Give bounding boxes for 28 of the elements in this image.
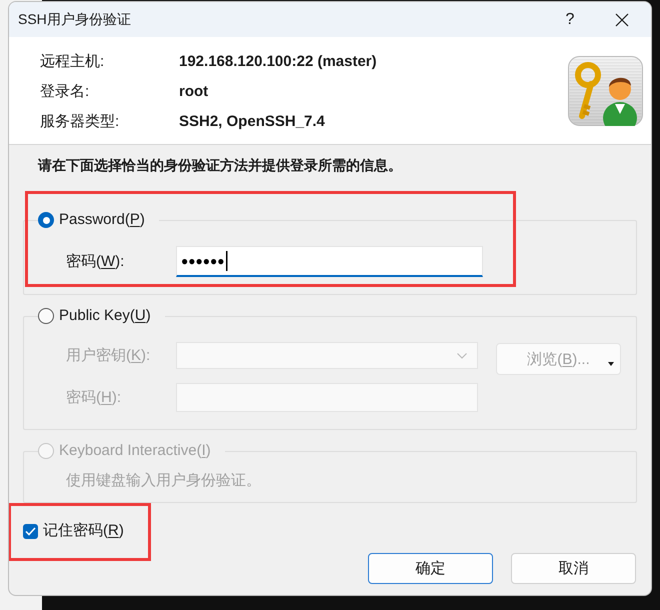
chevron-down-icon <box>457 352 467 358</box>
instruction-text: 请在下面选择恰当的身份验证方法并提供登录所需的信息。 <box>36 156 402 175</box>
radio-label[interactable]: Public Key(U) <box>59 305 151 327</box>
radio-button[interactable] <box>38 212 54 228</box>
info-label: 远程主机: <box>40 52 104 70</box>
info-label: 服务器类型: <box>40 112 120 130</box>
radio-label[interactable]: Password(P) <box>59 209 145 231</box>
info-value: SSH2, OpenSSH_7.4 <box>179 112 325 130</box>
password-field[interactable]: ●●●●●● <box>176 246 483 277</box>
dialog-button[interactable]: 确定 <box>368 553 493 584</box>
checkmark-icon <box>25 526 36 536</box>
radio-button[interactable] <box>38 308 54 324</box>
dialog-button[interactable]: 取消 <box>511 553 636 584</box>
field-label: 用户密钥(K): <box>66 346 152 366</box>
description-text: 使用键盘输入用户身份验证。 <box>66 471 261 491</box>
text-cursor-icon <box>226 251 228 271</box>
field-label: 密码(W): <box>66 252 126 272</box>
field-label: 密码(H): <box>66 388 122 408</box>
info-value: root <box>179 82 208 100</box>
user-key-icon <box>568 56 643 126</box>
help-button[interactable]: ? <box>547 2 593 37</box>
window-title: SSH用户身份验证 <box>17 10 132 28</box>
info-label: 登录名: <box>40 82 90 100</box>
close-icon <box>615 12 629 26</box>
checkbox-label[interactable]: 记住密码(R) <box>43 520 124 542</box>
caret-icon <box>608 362 614 366</box>
checkbox[interactable] <box>23 524 38 538</box>
info-value: 192.168.120.100:22 (master) <box>179 52 377 70</box>
